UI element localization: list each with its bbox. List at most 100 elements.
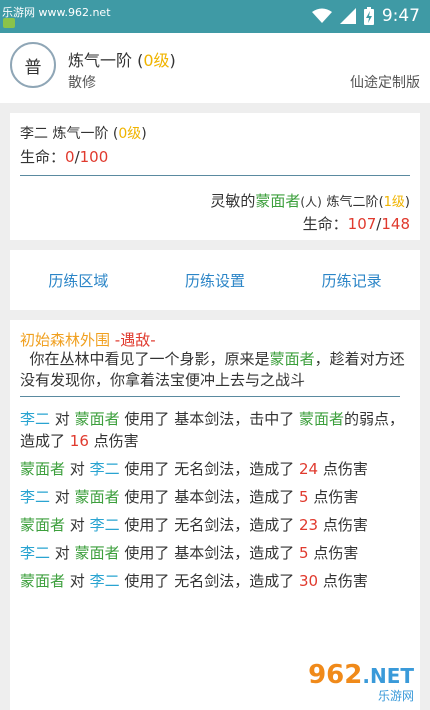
watermark-text: 乐游网 www.962.net — [2, 6, 111, 19]
watermark-logo-sub: 乐游网 — [377, 689, 414, 703]
watermark-logo-number: 962 — [308, 660, 363, 690]
level-close: ) — [169, 51, 176, 70]
status-bar: 乐游网 www.962.net 9:47 — [0, 0, 430, 33]
entry-weak-target: 蒙面者 — [299, 410, 345, 428]
tab-training-records[interactable]: 历练记录 — [314, 266, 390, 295]
player-hp: 生命：0/100 — [20, 146, 108, 167]
entry-damage: 5 — [299, 544, 309, 562]
log-entry: 李二 对 蒙面者 使用了 基本剑法，击中了 蒙面者的弱点，造成了 16 点伤害 — [20, 408, 405, 452]
avatar-text: 普 — [24, 57, 42, 78]
watermark-logo-net: .NET — [362, 664, 414, 688]
log-entry: 李二 对 蒙面者 使用了 基本剑法，造成了 5 点伤害 — [20, 486, 405, 508]
entry-target: 蒙面者 — [74, 544, 120, 562]
entry-skill: 基本剑法 — [174, 488, 235, 506]
clock: 9:47 — [381, 6, 420, 26]
entry-pre: ，造成了 — [234, 544, 295, 562]
entry-target: 蒙面者 — [74, 488, 120, 506]
training-tabs: 历练区域 历练设置 历练记录 — [10, 250, 420, 310]
log-entry: 蒙面者 对 李二 使用了 无名剑法，造成了 30 点伤害 — [20, 570, 405, 592]
entry-skill: 无名剑法 — [174, 572, 235, 590]
enemy-level: 1级 — [383, 195, 405, 210]
player-hp-current: 0 — [65, 148, 75, 166]
player-hp-label: 生命： — [20, 148, 66, 166]
level-text: 0级 — [143, 51, 170, 70]
entry-target: 李二 — [89, 516, 120, 534]
enemy-hp-current: 107 — [347, 215, 377, 233]
entry-to: 对 — [54, 410, 70, 428]
watermark-logo-main: 962.NET — [308, 662, 414, 689]
entry-used: 使用了 — [124, 410, 170, 428]
entry-to: 对 — [69, 516, 85, 534]
battle-log[interactable]: 初始森林外围 -遇敌- 你在丛林中看见了一个身影，原来是蒙面者，趁着对方还没有发… — [10, 320, 420, 710]
intro-enemy: 蒙面者 — [269, 350, 315, 368]
notification-icon — [3, 18, 15, 28]
player-level-close: ) — [141, 126, 147, 142]
version-label: 仙途定制版 — [350, 75, 420, 91]
site-watermark-logo: 962.NET 乐游网 — [284, 662, 414, 706]
avatar[interactable]: 普 — [10, 42, 56, 88]
enemy-prefix: 灵敏的 — [210, 192, 256, 210]
entry-damage: 30 — [299, 572, 319, 590]
divider — [20, 396, 400, 397]
entry-damage: 23 — [299, 516, 319, 534]
entry-to: 对 — [54, 544, 70, 562]
player-name: 李二 — [20, 126, 48, 142]
entry-pre: ，造成了 — [234, 488, 295, 506]
entry-skill: 基本剑法 — [174, 410, 235, 428]
entry-used: 使用了 — [124, 544, 170, 562]
entry-to: 对 — [69, 460, 85, 478]
entry-used: 使用了 — [124, 572, 170, 590]
entry-target: 李二 — [89, 460, 120, 478]
entry-skill: 基本剑法 — [174, 544, 235, 562]
status-icons: 9:47 — [311, 6, 420, 26]
player-realm-small: 炼气一阶 — [52, 126, 109, 142]
entry-suffix: 点伤害 — [322, 516, 368, 534]
encounter-text: 你在丛林中看见了一个身影，原来是蒙面者，趁着对方还没有发现你，你拿着法宝便冲上去… — [20, 349, 415, 391]
enemy-realm: 炼气二阶 — [326, 195, 379, 210]
enemy-info: 灵敏的蒙面者(人) 炼气二阶(1级) — [210, 190, 410, 211]
signal-icon — [339, 8, 356, 24]
log-entry: 蒙面者 对 李二 使用了 无名剑法，造成了 24 点伤害 — [20, 458, 405, 480]
entry-suffix: 点伤害 — [313, 488, 359, 506]
entry-used: 使用了 — [124, 488, 170, 506]
entry-damage: 24 — [299, 460, 319, 478]
player-level: 0级 — [118, 126, 142, 142]
entry-damage: 5 — [299, 488, 309, 506]
battle-panel: 李二 炼气一阶 (0级) 生命：0/100 灵敏的蒙面者(人) 炼气二阶(1级)… — [10, 113, 420, 240]
log-entry: 李二 对 蒙面者 使用了 基本剑法，造成了 5 点伤害 — [20, 542, 405, 564]
entry-skill: 无名剑法 — [174, 516, 235, 534]
tab-training-settings[interactable]: 历练设置 — [177, 266, 253, 295]
entry-damage: 16 — [69, 432, 89, 450]
entry-suffix: 点伤害 — [313, 544, 359, 562]
divider — [20, 175, 410, 176]
entry-attacker: 蒙面者 — [20, 460, 66, 478]
log-entry: 蒙面者 对 李二 使用了 无名剑法，造成了 23 点伤害 — [20, 514, 405, 536]
entry-attacker: 李二 — [20, 488, 51, 506]
entry-pre: ，造成了 — [234, 516, 295, 534]
player-hp-max: 100 — [79, 148, 109, 166]
enemy-level-close: ) — [404, 195, 410, 210]
log-entries: 李二 对 蒙面者 使用了 基本剑法，击中了 蒙面者的弱点，造成了 16 点伤害 … — [20, 408, 405, 598]
enemy-hp-max: 148 — [381, 215, 410, 233]
entry-target: 李二 — [89, 572, 120, 590]
entry-pre: ，造成了 — [234, 460, 295, 478]
entry-skill: 无名剑法 — [174, 460, 235, 478]
entry-used: 使用了 — [124, 516, 170, 534]
enemy-hp-label: 生命： — [302, 215, 348, 233]
entry-to: 对 — [69, 572, 85, 590]
entry-suffix: 点伤害 — [322, 460, 368, 478]
tab-training-area[interactable]: 历练区域 — [40, 266, 116, 295]
realm-text: 炼气一阶 — [68, 51, 133, 70]
entry-attacker: 李二 — [20, 410, 51, 428]
enemy-name: 蒙面者 — [255, 192, 301, 210]
entry-attacker: 李二 — [20, 544, 51, 562]
entry-pre: ，击中了 — [234, 410, 295, 428]
entry-suffix: 点伤害 — [93, 432, 139, 450]
entry-attacker: 蒙面者 — [20, 572, 66, 590]
enemy-hp: 生命：107/148 — [303, 213, 410, 234]
player-info: 李二 炼气一阶 (0级) — [20, 123, 147, 143]
wifi-icon — [311, 8, 332, 23]
log-location: 初始森林外围 -遇敌- — [20, 329, 156, 350]
entry-target: 蒙面者 — [74, 410, 120, 428]
intro-part-a: 你在丛林中看见了一个身影，原来是 — [29, 350, 270, 368]
